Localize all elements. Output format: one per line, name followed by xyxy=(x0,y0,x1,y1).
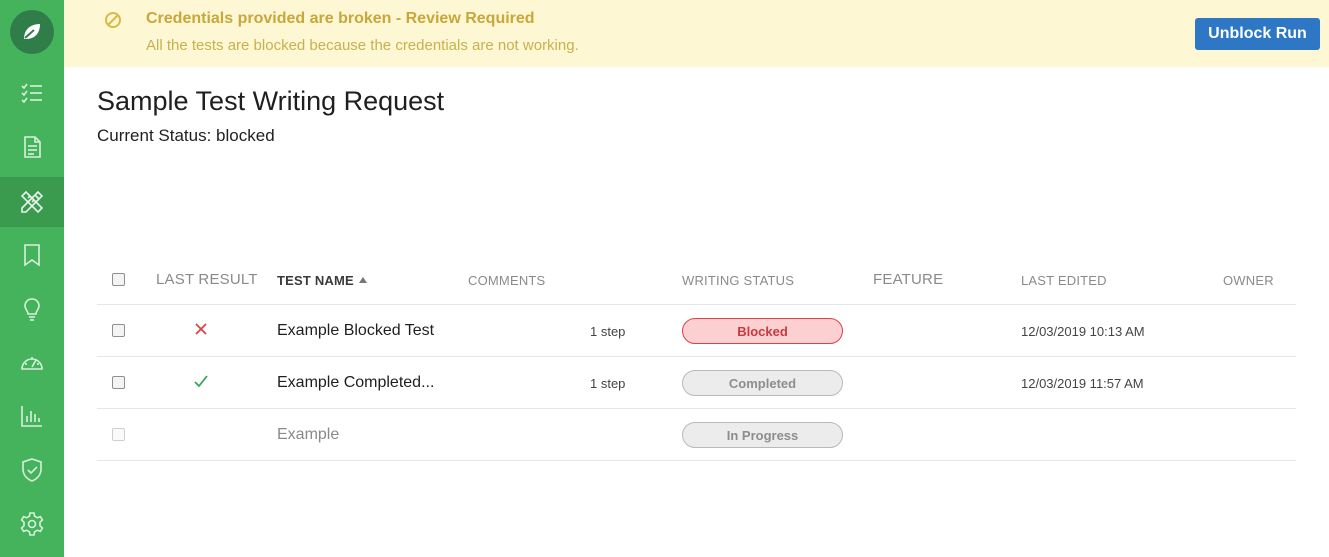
column-header-feature[interactable]: FEATURE xyxy=(873,271,943,288)
sidebar-item-documents[interactable] xyxy=(0,122,64,172)
table-header: LAST RESULT TEST NAME COMMENTS WRITING S… xyxy=(97,254,1296,305)
tests-table: LAST RESULT TEST NAME COMMENTS WRITING S… xyxy=(97,254,1296,461)
checklist-icon xyxy=(21,83,42,104)
column-header-test-name[interactable]: TEST NAME xyxy=(277,273,367,288)
last-edited: 12/03/2019 11:57 AM xyxy=(1021,376,1144,391)
page-title: Sample Test Writing Request xyxy=(97,86,445,116)
column-header-last-result[interactable]: LAST RESULT xyxy=(156,271,258,288)
sidebar-item-ideas[interactable] xyxy=(0,284,64,334)
select-all-checkbox[interactable] xyxy=(112,273,125,286)
column-header-comments[interactable]: COMMENTS xyxy=(468,273,545,288)
lightbulb-icon xyxy=(24,298,40,321)
sidebar-item-bookmarks[interactable] xyxy=(0,230,64,280)
unblock-run-button[interactable]: Unblock Run xyxy=(1195,18,1320,50)
column-header-test-name-label: TEST NAME xyxy=(277,273,354,288)
step-count: 1 step xyxy=(590,376,626,391)
sidebar-item-reports[interactable] xyxy=(0,391,64,441)
speedometer-icon xyxy=(21,357,43,370)
sidebar-item-settings[interactable] xyxy=(0,499,64,549)
check-icon xyxy=(194,375,208,388)
test-name[interactable]: Example xyxy=(277,426,339,444)
row-checkbox[interactable] xyxy=(112,428,125,441)
bar-chart-icon xyxy=(21,406,42,427)
column-header-last-edited[interactable]: LAST EDITED xyxy=(1021,273,1107,288)
last-edited: 12/03/2019 10:13 AM xyxy=(1021,324,1145,339)
table-row[interactable]: Example Blocked Test 1 step Blocked 12/0… xyxy=(97,305,1296,357)
current-status: Current Status: blocked xyxy=(97,126,275,145)
sidebar-item-performance[interactable] xyxy=(0,338,64,388)
sidebar xyxy=(0,0,64,557)
sidebar-item-security[interactable] xyxy=(0,445,64,495)
gear-icon xyxy=(20,512,44,536)
sidebar-item-test-runs[interactable] xyxy=(0,68,64,118)
banner-title: Credentials provided are broken - Review… xyxy=(146,10,535,27)
step-count: 1 step xyxy=(590,324,626,339)
credentials-warning-banner: Credentials provided are broken - Review… xyxy=(64,0,1329,67)
row-checkbox[interactable] xyxy=(112,324,125,337)
table-row[interactable]: Example In Progress xyxy=(97,409,1296,461)
leaf-icon xyxy=(24,24,40,39)
column-header-writing-status[interactable]: WRITING STATUS xyxy=(682,273,794,288)
blocked-icon xyxy=(105,12,121,28)
banner-subtitle: All the tests are blocked because the cr… xyxy=(146,37,579,54)
row-checkbox[interactable] xyxy=(112,376,125,389)
table-row[interactable]: Example Completed... 1 step Completed 12… xyxy=(97,357,1296,409)
test-name[interactable]: Example Completed... xyxy=(277,374,434,392)
writing-status-badge: Completed xyxy=(682,370,843,396)
sidebar-item-test-writing[interactable] xyxy=(0,177,64,227)
test-name[interactable]: Example Blocked Test xyxy=(277,322,434,340)
shield-check-icon xyxy=(22,458,42,482)
bookmark-icon xyxy=(24,244,40,267)
x-icon xyxy=(195,323,207,335)
document-icon xyxy=(24,136,41,158)
app-logo[interactable] xyxy=(10,10,54,54)
writing-status-badge: Blocked xyxy=(682,318,843,344)
writing-status-badge: In Progress xyxy=(682,422,843,448)
column-header-owner[interactable]: OWNER xyxy=(1223,273,1274,288)
sort-ascending-icon xyxy=(358,276,367,283)
pencil-ruler-icon xyxy=(20,190,44,214)
